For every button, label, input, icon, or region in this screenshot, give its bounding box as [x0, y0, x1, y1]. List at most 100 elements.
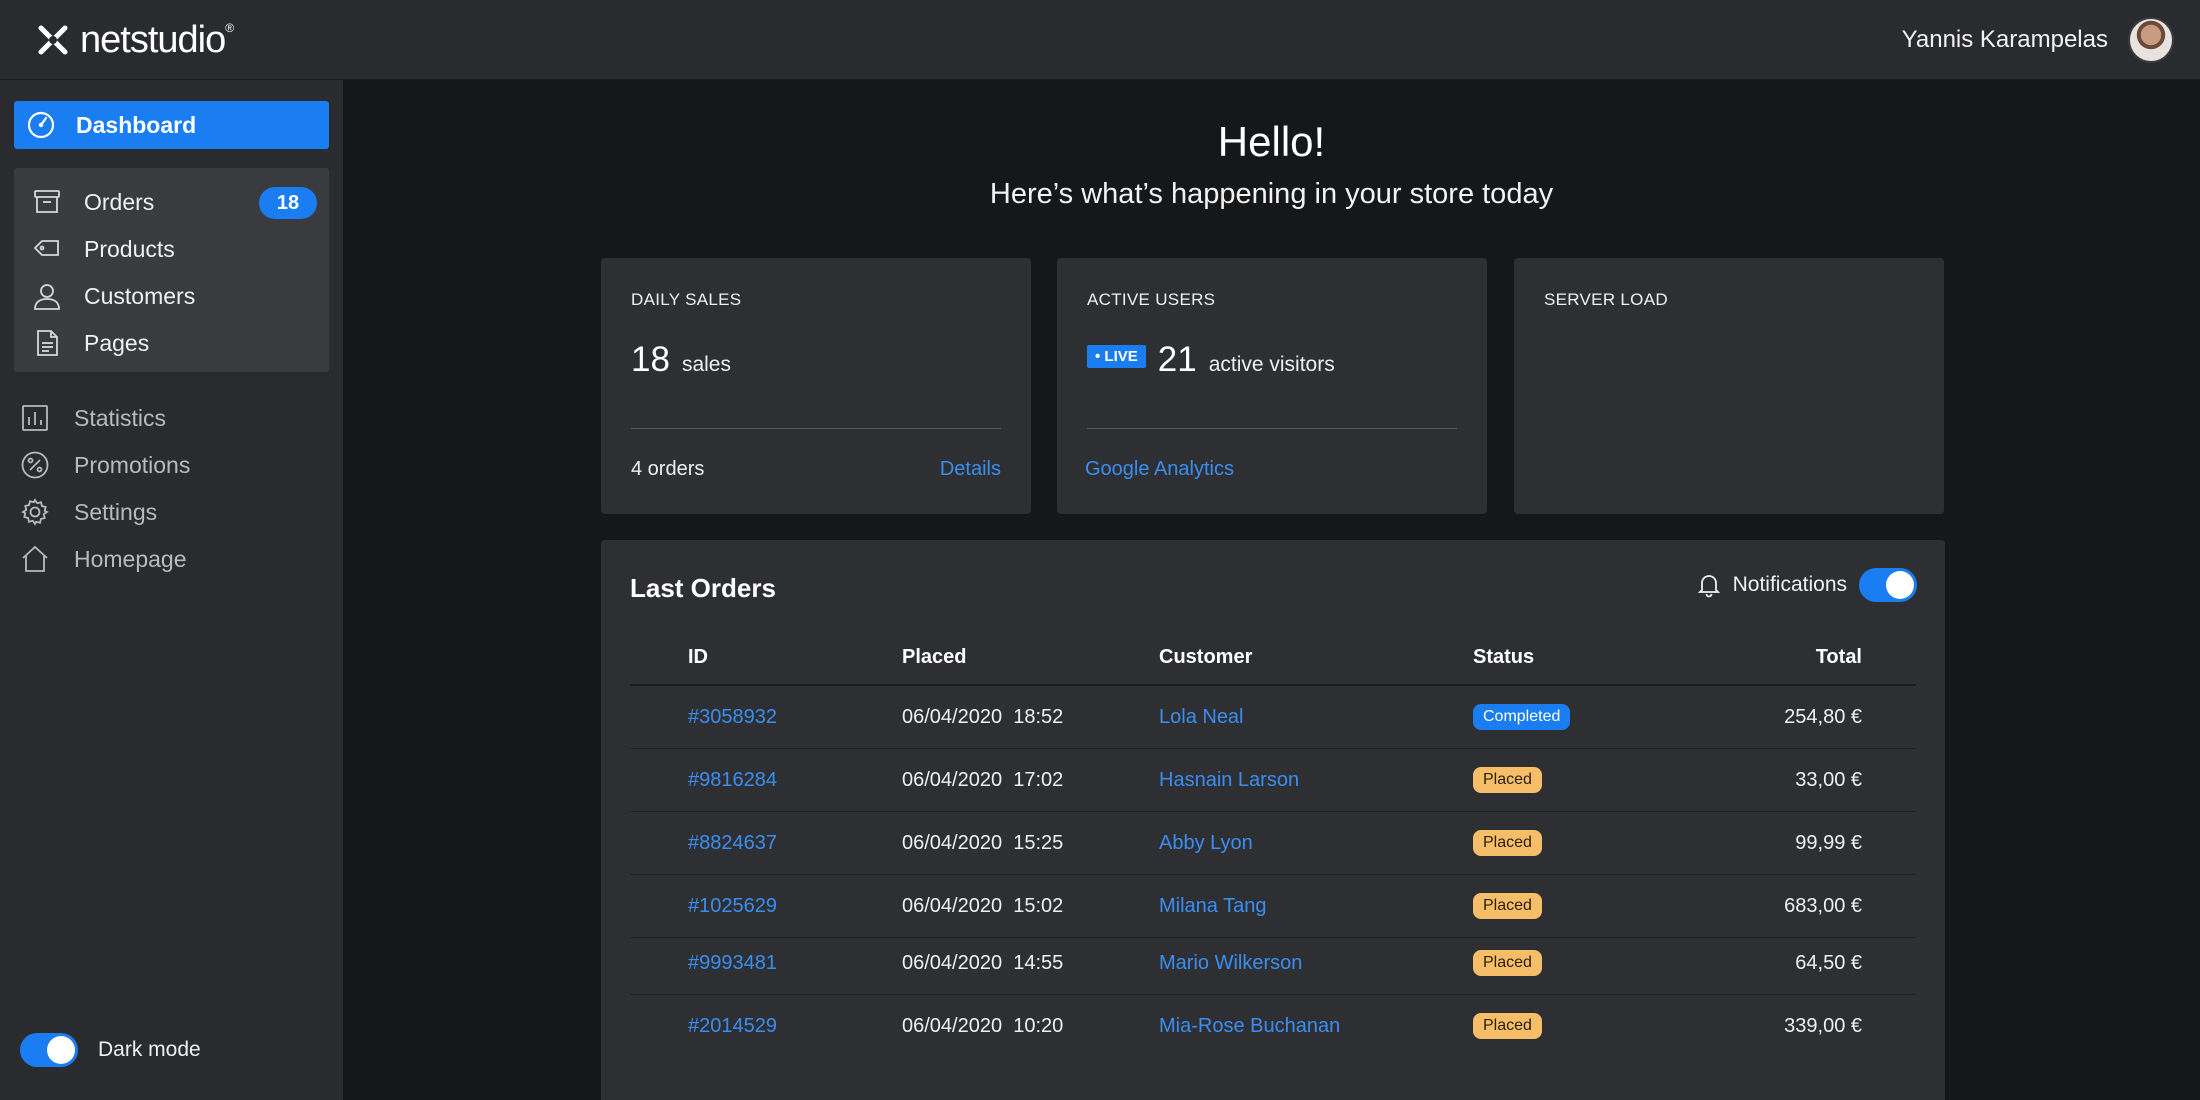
status-cell: Placed [1473, 812, 1542, 874]
sidebar-item-settings[interactable]: Settings [20, 494, 320, 530]
column-header-status[interactable]: Status [1473, 646, 1534, 669]
archive-box-icon [32, 187, 62, 217]
daily-sales-metric: 18 sales [631, 340, 731, 380]
order-id-link[interactable]: #3058932 [688, 686, 777, 748]
customer-link[interactable]: Milana Tang [1159, 875, 1266, 937]
order-total: 64,50 € [1795, 951, 1862, 974]
table-row[interactable]: #1025629 06/04/2020 15:02 Milana Tang Place… [630, 875, 1916, 937]
order-id-link[interactable]: #1025629 [688, 875, 777, 937]
table-row[interactable]: #9993481 06/04/2020 14:55 Mario Wilkerson P… [630, 932, 1916, 994]
customer-link[interactable]: Mia-Rose Buchanan [1159, 995, 1340, 1057]
table-row[interactable]: #2014529 06/04/2020 10:20 Mia-Rose Buchana… [630, 995, 1916, 1057]
sidebar-item-orders[interactable]: Orders 18 [32, 184, 317, 220]
order-id-link[interactable]: #8824637 [688, 812, 777, 874]
last-orders-panel: Last Orders Notifications ID Placed Cust… [601, 540, 1945, 1100]
order-total: 683,00 € [1784, 894, 1862, 917]
netstudio-logo-icon [36, 23, 70, 57]
order-placed-date: 06/04/2020 15:02 [902, 894, 1064, 917]
order-placed-date: 06/04/2020 18:52 [902, 705, 1064, 728]
brand-name: netstudio® [80, 18, 234, 61]
customer-link[interactable]: Hasnain Larson [1159, 749, 1299, 811]
user-name: Yannis Karampelas [1901, 26, 2108, 53]
notifications-control: Notifications [1697, 568, 1917, 602]
status-badge: Placed [1473, 767, 1542, 793]
sidebar-store-group: Orders 18 Products Customers Pages [14, 168, 329, 372]
bell-icon [1697, 572, 1721, 598]
customer-link[interactable]: Lola Neal [1159, 686, 1244, 748]
sidebar-item-label: Settings [74, 498, 158, 525]
avatar[interactable] [2128, 17, 2174, 63]
order-total: 99,99 € [1795, 831, 1862, 854]
status-badge: Placed [1473, 1013, 1542, 1039]
google-analytics-link[interactable]: Google Analytics [1085, 458, 1234, 481]
notifications-toggle[interactable] [1859, 568, 1917, 602]
column-header-total[interactable]: Total [1816, 646, 1862, 669]
sidebar-item-homepage[interactable]: Homepage [20, 541, 320, 577]
active-users-metric: • LIVE 21 active visitors [1087, 340, 1335, 380]
status-cell: Completed [1473, 686, 1571, 748]
order-total: 254,80 € [1784, 705, 1862, 728]
column-header-placed[interactable]: Placed [902, 646, 966, 669]
status-badge: Placed [1473, 830, 1542, 856]
order-placed-date: 06/04/2020 15:25 [902, 831, 1064, 854]
active-users-card: ACTIVE USERS • LIVE 21 active visitors G… [1057, 258, 1487, 514]
customer-link[interactable]: Mario Wilkerson [1159, 932, 1302, 994]
order-total: 33,00 € [1795, 768, 1862, 791]
order-id-link[interactable]: #9993481 [688, 932, 777, 994]
sidebar-item-label: Dashboard [76, 111, 197, 138]
notifications-label: Notifications [1732, 573, 1847, 596]
card-divider [631, 428, 1001, 429]
status-cell: Placed [1473, 995, 1542, 1057]
orders-count-badge: 18 [259, 187, 317, 219]
percent-icon [20, 450, 50, 480]
status-badge: Placed [1473, 950, 1542, 976]
section-title: Last Orders [630, 573, 776, 603]
gear-icon [20, 497, 50, 527]
order-placed-date: 06/04/2020 14:55 [902, 951, 1064, 974]
card-title: SERVER LOAD [1544, 290, 1668, 309]
metric-value: 18 [631, 340, 670, 379]
page-title: Hello! [1217, 118, 1326, 165]
sidebar-item-dashboard[interactable]: Dashboard [14, 101, 329, 149]
sidebar-item-promotions[interactable]: Promotions [20, 447, 320, 483]
daily-sales-card: DAILY SALES 18 sales 4 orders Details [601, 258, 1031, 514]
status-cell: Placed [1473, 932, 1542, 994]
order-placed-date: 06/04/2020 17:02 [902, 768, 1064, 791]
sidebar-item-statistics[interactable]: Statistics [20, 400, 320, 436]
sidebar-item-label: Statistics [74, 404, 167, 431]
sidebar-item-label: Customers [84, 282, 196, 309]
order-id-link[interactable]: #2014529 [688, 995, 777, 1057]
order-total: 339,00 € [1784, 1014, 1862, 1037]
status-cell: Placed [1473, 875, 1542, 937]
table-row[interactable]: #9816284 06/04/2020 17:02 Hasnain Larson Pl… [630, 749, 1916, 811]
table-row[interactable]: #8824637 06/04/2020 15:25 Abby Lyon Placed 9… [630, 812, 1916, 874]
sidebar-item-pages[interactable]: Pages [32, 325, 317, 361]
sidebar-item-products[interactable]: Products [32, 231, 317, 267]
brand-logo[interactable]: netstudio® [36, 18, 234, 62]
column-header-id[interactable]: ID [688, 646, 708, 669]
metric-unit: sales [681, 353, 731, 376]
home-icon [20, 544, 50, 574]
page-subtitle: Here’s what’s happening in your store to… [989, 178, 1554, 210]
card-title: ACTIVE USERS [1087, 290, 1216, 309]
card-title: DAILY SALES [631, 290, 742, 309]
tag-icon [32, 234, 62, 264]
status-cell: Placed [1473, 749, 1542, 811]
status-badge: Placed [1473, 893, 1542, 919]
sidebar-item-customers[interactable]: Customers [32, 278, 317, 314]
column-header-customer[interactable]: Customer [1159, 646, 1252, 669]
top-bar: netstudio® Yannis Karampelas [0, 0, 2200, 80]
customer-link[interactable]: Abby Lyon [1159, 812, 1253, 874]
user-menu[interactable]: Yannis Karampelas [1902, 16, 2174, 64]
metric-value: 21 [1157, 340, 1197, 379]
table-row[interactable]: #3058932 06/04/2020 18:52 Lola Neal Complet… [630, 686, 1916, 748]
bar-chart-icon [20, 403, 50, 433]
details-link[interactable]: Details [940, 458, 1001, 481]
order-placed-date: 06/04/2020 10:20 [902, 1014, 1064, 1037]
sidebar: Dashboard Orders 18 Products Customers P… [0, 80, 343, 1100]
card-divider [1087, 428, 1457, 429]
dark-mode-toggle[interactable] [20, 1033, 78, 1067]
order-id-link[interactable]: #9816284 [688, 749, 777, 811]
sidebar-item-label: Pages [84, 329, 150, 356]
sidebar-item-label: Orders [84, 188, 155, 215]
